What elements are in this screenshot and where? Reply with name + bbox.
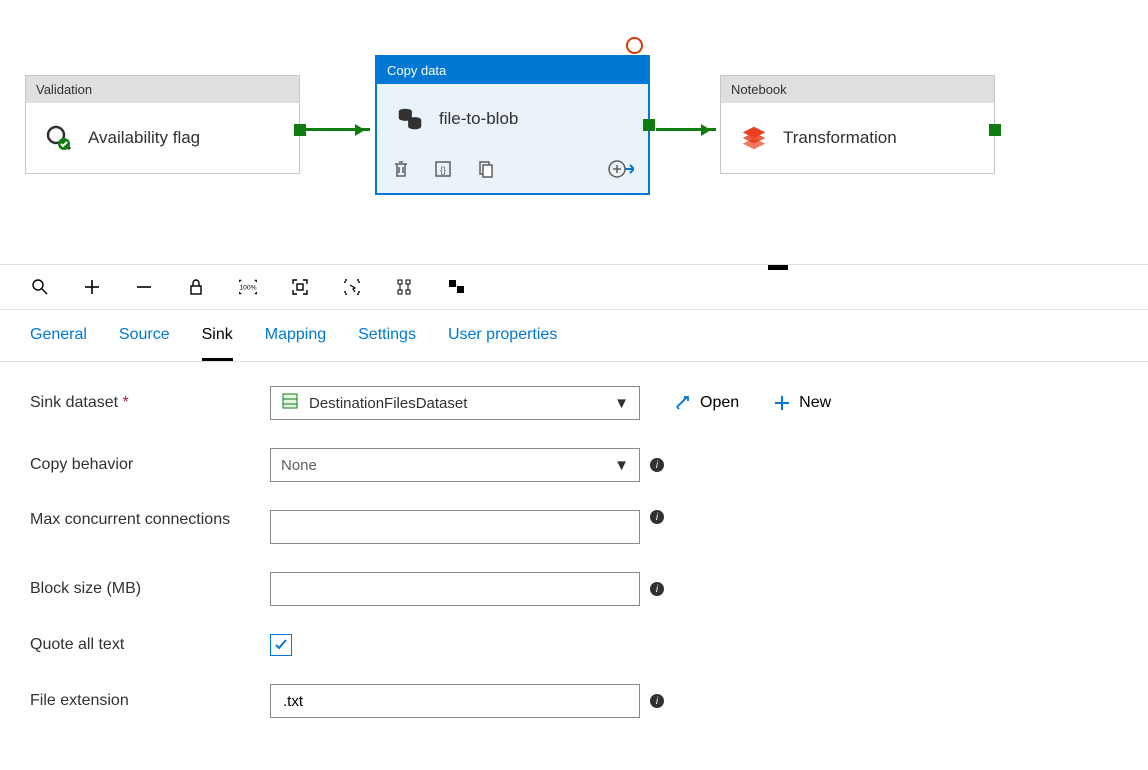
fit-screen-icon[interactable] — [290, 277, 310, 297]
clone-icon[interactable] — [475, 159, 495, 182]
max-connections-label: Max concurrent connections — [30, 510, 270, 531]
node-copy-header: Copy data — [377, 57, 648, 84]
tab-settings[interactable]: Settings — [358, 326, 416, 361]
node-validation-header: Validation — [26, 76, 299, 103]
node-notebook[interactable]: Notebook Transformation — [720, 75, 995, 174]
magnifier-check-icon — [42, 121, 76, 155]
tab-general[interactable]: General — [30, 326, 87, 361]
output-port[interactable] — [989, 124, 1001, 136]
block-size-input[interactable] — [270, 572, 640, 606]
sink-dataset-label: Sink dataset * — [30, 393, 270, 414]
info-icon[interactable]: i — [650, 510, 664, 524]
open-dataset-button[interactable]: Open — [674, 394, 739, 412]
canvas-toolbar: 100% — [0, 265, 1148, 310]
node-notebook-header: Notebook — [721, 76, 994, 103]
zoom-in-icon[interactable] — [82, 277, 102, 297]
node-notebook-title: Transformation — [783, 128, 897, 148]
tab-sink[interactable]: Sink — [202, 326, 233, 361]
file-extension-label: File extension — [30, 691, 270, 712]
chevron-down-icon: ▼ — [614, 457, 629, 474]
databricks-icon — [737, 121, 771, 155]
info-icon[interactable]: i — [650, 582, 664, 596]
code-icon[interactable]: {} — [433, 159, 453, 182]
autolayout-icon[interactable] — [394, 277, 414, 297]
node-validation-title: Availability flag — [88, 128, 200, 148]
max-connections-input[interactable] — [270, 510, 640, 544]
property-tabs: General Source Sink Mapping Settings Use… — [0, 310, 1148, 362]
delete-icon[interactable] — [391, 159, 411, 182]
output-port[interactable] — [294, 124, 306, 136]
lock-icon[interactable] — [186, 277, 206, 297]
zoom-reset-icon[interactable]: 100% — [238, 277, 258, 297]
output-port[interactable] — [643, 119, 655, 131]
copy-behavior-select[interactable]: None ▼ — [270, 448, 640, 482]
error-indicator — [626, 37, 643, 54]
tab-user-properties[interactable]: User properties — [448, 326, 557, 361]
connector-arrow — [306, 128, 370, 131]
node-copy-data[interactable]: Copy data file-to-blob {} — [375, 55, 650, 195]
node-copy-title: file-to-blob — [439, 109, 518, 129]
sink-form: Sink dataset * DestinationFilesDataset ▼… — [0, 362, 1148, 770]
node-validation[interactable]: Validation Availability flag — [25, 75, 300, 174]
tab-source[interactable]: Source — [119, 326, 170, 361]
reorder-icon[interactable] — [446, 277, 466, 297]
panel-splitter[interactable] — [768, 265, 788, 270]
file-extension-input[interactable] — [270, 684, 640, 718]
database-copy-icon — [393, 102, 427, 136]
zoom-out-icon[interactable] — [134, 277, 154, 297]
sink-dataset-value: DestinationFilesDataset — [309, 395, 467, 412]
copy-behavior-value: None — [281, 457, 317, 474]
multiselect-icon[interactable] — [342, 277, 362, 297]
quote-all-label: Quote all text — [30, 635, 270, 656]
sink-dataset-select[interactable]: DestinationFilesDataset ▼ — [270, 386, 640, 420]
svg-text:100%: 100% — [239, 285, 256, 292]
quote-all-checkbox[interactable] — [270, 634, 292, 656]
search-icon[interactable] — [30, 277, 50, 297]
dataset-icon — [281, 392, 299, 414]
svg-text:{}: {} — [440, 165, 446, 175]
copy-behavior-label: Copy behavior — [30, 455, 270, 476]
info-icon[interactable]: i — [650, 458, 664, 472]
pipeline-canvas[interactable]: Validation Availability flag Copy data — [0, 0, 1148, 265]
add-activity-icon[interactable] — [608, 158, 634, 183]
connector-arrow — [656, 128, 716, 131]
block-size-label: Block size (MB) — [30, 579, 270, 600]
new-dataset-button[interactable]: New — [773, 394, 831, 412]
info-icon[interactable]: i — [650, 694, 664, 708]
chevron-down-icon: ▼ — [614, 395, 629, 412]
tab-mapping[interactable]: Mapping — [265, 326, 326, 361]
